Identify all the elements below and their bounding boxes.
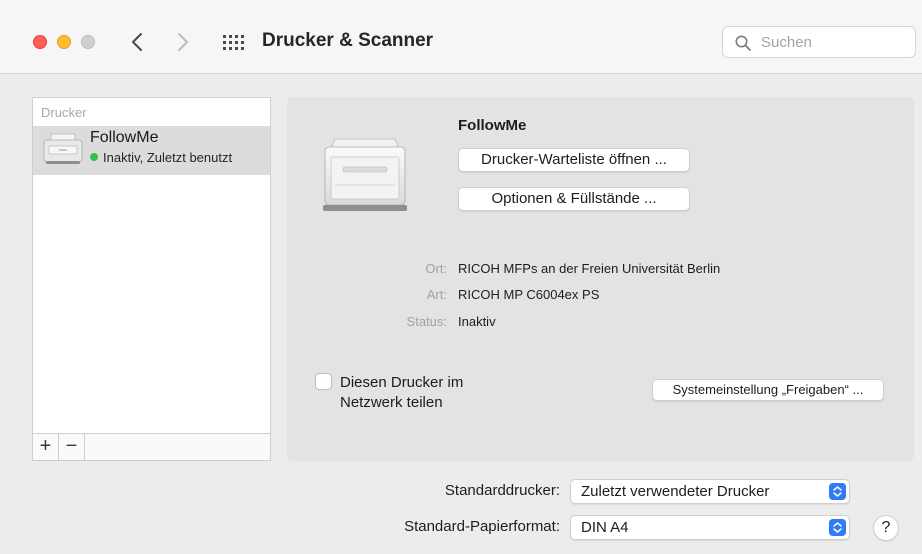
default-printer-value: Zuletzt verwendeter Drucker: [581, 483, 770, 500]
printer-list-item[interactable]: FollowMe Inaktiv, Zuletzt benutzt: [33, 126, 270, 175]
printer-icon: [43, 133, 83, 164]
window-title: Drucker & Scanner: [262, 30, 434, 51]
list-footer: + −: [33, 433, 270, 460]
kind-value: RICOH MP C6004ex PS: [458, 287, 600, 302]
minimize-window-button[interactable]: [57, 35, 71, 49]
options-supplies-button[interactable]: Optionen & Füllstände ...: [458, 187, 690, 211]
add-printer-button[interactable]: +: [33, 434, 59, 460]
status-value: Inaktiv: [458, 314, 496, 329]
default-printer-select[interactable]: Zuletzt verwendeter Drucker: [570, 479, 850, 504]
printer-list: Drucker FollowMe Inaktiv, Zuletzt benutz…: [32, 97, 271, 461]
back-chevron-icon[interactable]: [126, 28, 148, 56]
printer-detail-panel: FollowMe Drucker-Warteliste öffnen ... O…: [287, 97, 914, 461]
forward-chevron-icon[interactable]: [172, 28, 194, 56]
default-printer-label: Standarddrucker:: [444, 482, 560, 499]
search-icon: [735, 35, 751, 51]
preferences-window: Drucker & Scanner Drucker FollowMe Inakt…: [0, 0, 922, 554]
printer-title: FollowMe: [458, 117, 527, 134]
status-dot-icon: [90, 153, 98, 161]
kind-label: Art:: [426, 287, 447, 302]
search-input[interactable]: [759, 32, 909, 52]
printer-list-header: Drucker: [41, 105, 87, 120]
zoom-window-button[interactable]: [81, 35, 95, 49]
paper-size-select[interactable]: DIN A4: [570, 515, 850, 540]
title-bar: Drucker & Scanner: [0, 0, 922, 74]
help-button[interactable]: ?: [873, 515, 899, 541]
paper-size-value: DIN A4: [581, 519, 629, 536]
select-stepper-icon: [829, 483, 846, 500]
status-label: Status:: [406, 314, 447, 329]
location-label: Ort:: [425, 261, 447, 276]
open-print-queue-button[interactable]: Drucker-Warteliste öffnen ...: [458, 148, 690, 172]
printer-status-text: Inaktiv, Zuletzt benutzt: [103, 150, 233, 165]
sharing-preferences-button[interactable]: Systemeinstellung „Freigaben“ ...: [652, 379, 884, 401]
printer-name: FollowMe: [90, 129, 159, 146]
remove-printer-button[interactable]: −: [59, 434, 85, 460]
search-field[interactable]: [722, 26, 916, 58]
location-value: RICOH MFPs an der Freien Universität Ber…: [458, 261, 721, 276]
share-printer-checkbox[interactable]: [315, 373, 332, 390]
paper-size-label: Standard-Papierformat:: [404, 518, 560, 535]
close-window-button[interactable]: [33, 35, 47, 49]
printer-status: Inaktiv, Zuletzt benutzt: [90, 150, 232, 165]
printer-large-icon: [323, 138, 407, 211]
share-printer-label[interactable]: Diesen Drucker im Netzwerk teilen: [340, 373, 510, 413]
show-all-grid-icon[interactable]: [222, 33, 244, 51]
select-stepper-icon: [829, 519, 846, 536]
